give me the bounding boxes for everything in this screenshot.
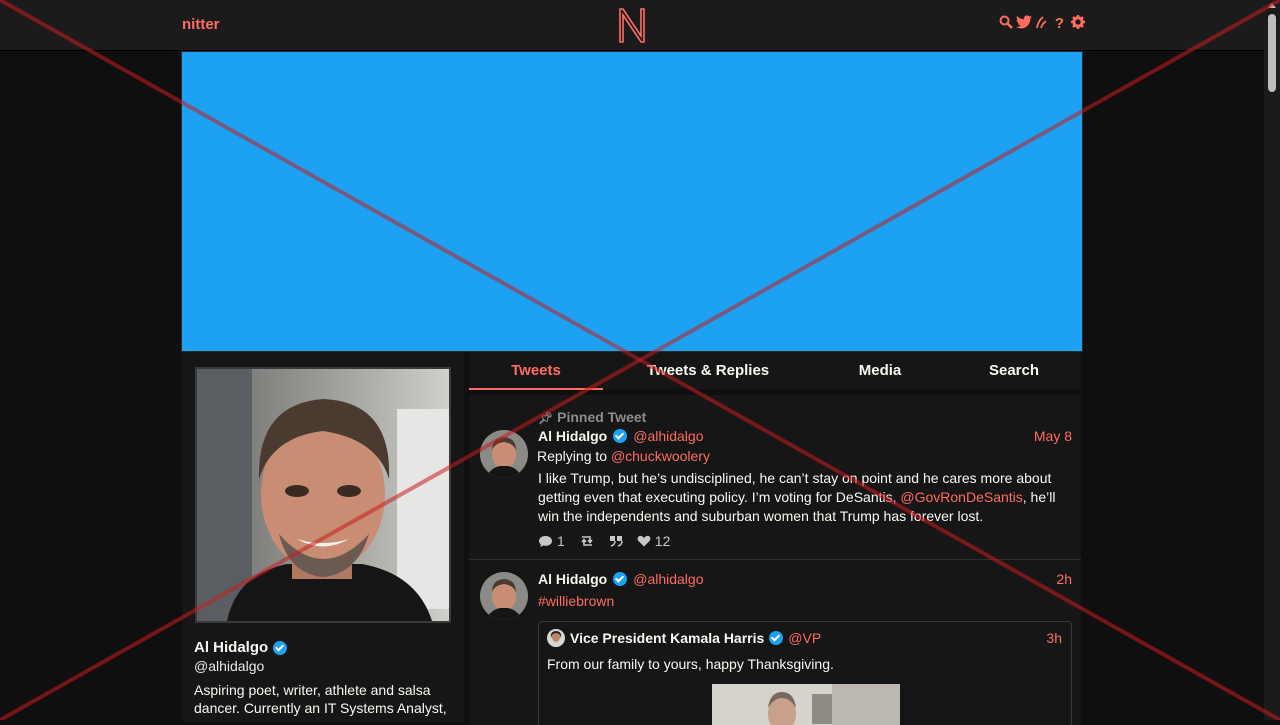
nitter-logo-icon[interactable] [617, 6, 647, 44]
quote-avatar [547, 629, 565, 647]
verified-badge-icon [273, 640, 288, 655]
comment-icon [539, 535, 552, 547]
quote-date[interactable]: 3h [1046, 630, 1062, 646]
replying-to-handle[interactable]: @chuckwoolery [611, 448, 710, 464]
quote-stat[interactable] [609, 535, 623, 547]
profile-banner[interactable] [181, 51, 1083, 352]
quoted-tweet[interactable]: Vice President Kamala Harris @VP 3h From… [538, 621, 1072, 725]
nitter-home-link[interactable]: nitter [182, 16, 220, 33]
rss-icon[interactable] [1034, 15, 1049, 33]
pinned-tweet-label: 📌︎ Pinned Tweet [538, 409, 646, 425]
gear-icon[interactable] [1070, 15, 1085, 33]
profile-handle[interactable]: @alhidalgo [194, 658, 264, 674]
profile-card: Al Hidalgo @alhidalgo Aspiring poet, wri… [182, 352, 464, 722]
tweet-header: Al Hidalgo @alhidalgo [538, 571, 704, 587]
pinned-text: Pinned Tweet [557, 409, 647, 425]
profile-bio: Aspiring poet, writer, athlete and salsa… [194, 682, 447, 716]
tweet-avatar[interactable] [480, 572, 528, 620]
quote-text: From our family to yours, happy Thanksgi… [547, 656, 834, 672]
page-scrollbar[interactable] [1264, 0, 1280, 720]
timeline: 📌︎ Pinned Tweet Al Hidalgo @alhidalgo Ma… [469, 395, 1081, 725]
navbar: nitter ? [0, 0, 1264, 51]
search-icon[interactable] [998, 15, 1013, 33]
reply-count: 1 [557, 533, 565, 549]
verified-badge-icon [613, 572, 628, 586]
tweet-handle[interactable]: @alhidalgo [633, 571, 703, 587]
tweet-header: Al Hidalgo @alhidalgo [538, 428, 704, 444]
tweet[interactable]: Al Hidalgo @alhidalgo 2h #williebrown Vi… [469, 560, 1081, 725]
quote-header: Vice President Kamala Harris @VP [547, 629, 821, 647]
tweet-date[interactable]: May 8 [1034, 428, 1072, 444]
timeline-tabs: Tweets Tweets & Replies Media Search [469, 352, 1081, 390]
tab-tweets[interactable]: Tweets [469, 352, 603, 390]
tweet-stats: 1 12 [538, 533, 670, 549]
profile-fullname: Al Hidalgo [194, 639, 288, 656]
like-stat[interactable]: 12 [637, 533, 671, 549]
retweet-stat[interactable] [579, 535, 595, 547]
pin-icon: 📌︎ [538, 411, 554, 425]
quote-handle[interactable]: @VP [788, 630, 821, 646]
quote-icon [609, 536, 623, 547]
tab-media[interactable]: Media [813, 352, 947, 389]
tweet-hashtag-link[interactable]: #williebrown [538, 593, 614, 609]
scroll-thumb[interactable] [1268, 14, 1276, 92]
tweet-content: I like Trump, but he’s undisciplined, he… [538, 469, 1068, 526]
scroll-up-arrow-icon[interactable] [1268, 3, 1276, 8]
tab-tweets-and-replies[interactable]: Tweets & Replies [603, 352, 813, 389]
replying-prefix: Replying to [537, 448, 608, 464]
tab-search[interactable]: Search [947, 352, 1081, 389]
profile-avatar[interactable] [195, 367, 451, 623]
twitter-bird-icon[interactable] [1016, 15, 1032, 33]
retweet-icon [581, 536, 593, 546]
heart-icon [637, 535, 651, 547]
tweet[interactable]: 📌︎ Pinned Tweet Al Hidalgo @alhidalgo Ma… [469, 395, 1081, 560]
nav-icons: ? [998, 15, 1085, 33]
reply-stat[interactable]: 1 [538, 533, 565, 549]
quote-fullname[interactable]: Vice President Kamala Harris [570, 630, 764, 646]
tweet-handle[interactable]: @alhidalgo [633, 428, 703, 444]
verified-badge-icon [769, 631, 784, 645]
tweet-fullname[interactable]: Al Hidalgo [538, 428, 607, 444]
tweet-avatar[interactable] [480, 430, 528, 478]
tweet-mention-link[interactable]: @GovRonDeSantis [900, 489, 1022, 505]
help-icon[interactable]: ? [1052, 15, 1067, 33]
tweet-date[interactable]: 2h [1056, 571, 1072, 587]
profile-fullname-text: Al Hidalgo [194, 639, 269, 656]
quote-media-image[interactable] [712, 684, 900, 725]
tweet-fullname[interactable]: Al Hidalgo [538, 571, 607, 587]
replying-to: Replying to @chuckwoolery [537, 448, 710, 464]
like-count: 12 [654, 533, 671, 549]
verified-badge-icon [613, 429, 628, 443]
